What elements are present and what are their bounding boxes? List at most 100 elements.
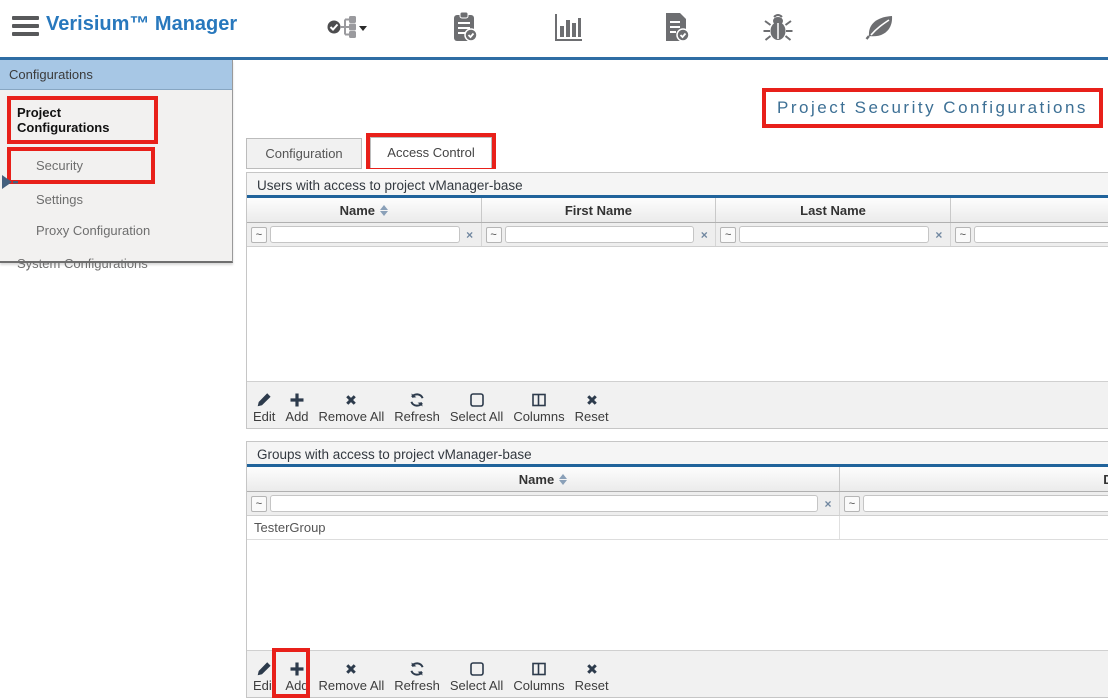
groups-column-name[interactable]: Name [247, 467, 840, 491]
groups-name-filter: ~ × [247, 492, 840, 515]
groups-column-name-label: Name [519, 472, 554, 487]
groups-name-filter-input[interactable] [270, 495, 818, 512]
columns-button[interactable]: Columns [513, 392, 564, 424]
metrics-chart-icon[interactable] [551, 10, 585, 44]
group-row-testergroup[interactable]: TesterGroup [247, 516, 1108, 540]
users-last-name-filter: ~ × [716, 223, 951, 246]
groups-toolbar: Edit Add Remove All Refresh Select All [247, 650, 1108, 697]
filter-operator-button[interactable]: ~ [251, 496, 267, 512]
selected-item-pointer-icon [1, 174, 21, 190]
analysis-flow-icon[interactable] [324, 10, 368, 44]
edit-button-label: Edit [253, 409, 275, 424]
groups-panel: Groups with access to project vManager-b… [246, 441, 1108, 698]
hamburger-menu-icon[interactable] [12, 16, 39, 36]
filter-clear-icon[interactable]: × [463, 228, 477, 242]
remove-all-button-label: Remove All [319, 678, 385, 693]
remove-all-button-label: Remove All [319, 409, 385, 424]
sort-icon [559, 474, 567, 485]
groups-description-filter: ~ × [840, 492, 1108, 515]
users-email-filter: ~ × [951, 223, 1108, 246]
group-description-cell[interactable] [840, 516, 1108, 539]
sidebar-item-settings[interactable]: Settings [0, 184, 232, 215]
page-title: Project Security Configurations [777, 98, 1088, 118]
edit-button[interactable]: Edit [253, 392, 275, 424]
select-all-button-label: Select All [450, 678, 503, 693]
add-button[interactable]: Add [285, 392, 308, 424]
refresh-button-label: Refresh [394, 678, 440, 693]
sidebar-item-proxy-configuration[interactable]: Proxy Configuration [0, 215, 232, 246]
filter-operator-button[interactable]: ~ [844, 496, 860, 512]
users-column-first-name-label: First Name [565, 203, 632, 218]
users-name-filter-input[interactable] [270, 226, 460, 243]
columns-button-label: Columns [513, 678, 564, 693]
app-header: Verisium™ Manager [0, 0, 1108, 60]
page-title-highlight-box: Project Security Configurations [762, 88, 1103, 128]
select-all-button-label: Select All [450, 409, 503, 424]
columns-button[interactable]: Columns [513, 661, 564, 693]
remove-all-button[interactable]: Remove All [319, 392, 385, 424]
sort-icon [380, 205, 388, 216]
filter-clear-icon[interactable]: × [697, 228, 711, 242]
bug-tracking-icon[interactable] [761, 10, 795, 44]
users-column-name-label: Name [340, 203, 375, 218]
reset-button[interactable]: Reset [575, 392, 609, 424]
users-email-filter-input[interactable] [974, 226, 1108, 243]
select-all-button[interactable]: Select All [450, 661, 503, 693]
filter-operator-button[interactable]: ~ [955, 227, 971, 243]
users-name-filter: ~ × [247, 223, 482, 246]
select-all-button[interactable]: Select All [450, 392, 503, 424]
sidebar-item-security[interactable]: Security [7, 147, 155, 184]
groups-column-description-label: Description [1103, 472, 1108, 487]
columns-button-label: Columns [513, 409, 564, 424]
eco-leaf-icon[interactable] [863, 10, 897, 44]
main-content: Project Security Configurations Configur… [240, 60, 1108, 700]
report-check-icon[interactable] [660, 10, 692, 44]
reset-button[interactable]: Reset [575, 661, 609, 693]
reset-button-label: Reset [575, 409, 609, 424]
groups-description-filter-input[interactable] [863, 495, 1108, 512]
refresh-button[interactable]: Refresh [394, 661, 440, 693]
users-column-last-name[interactable]: Last Name [716, 198, 951, 222]
app-title: Verisium™ Manager [46, 13, 237, 36]
sidebar: Configurations Project Configurations Se… [0, 60, 233, 263]
groups-filter-row: ~ × ~ × [247, 492, 1108, 516]
group-name-cell[interactable]: TesterGroup [247, 516, 840, 539]
users-column-email[interactable]: E-mail [951, 198, 1108, 222]
reset-button-label: Reset [575, 678, 609, 693]
tab-configuration[interactable]: Configuration [246, 138, 362, 169]
config-tree: Project Configurations Security Settings… [0, 90, 232, 279]
users-column-first-name[interactable]: First Name [482, 198, 717, 222]
filter-clear-icon[interactable]: × [932, 228, 946, 242]
edit-button[interactable]: Edit [253, 661, 275, 693]
filter-operator-button[interactable]: ~ [251, 227, 267, 243]
add-button[interactable]: Add [285, 661, 308, 693]
edit-button-label: Edit [253, 678, 275, 693]
groups-panel-title: Groups with access to project vManager-b… [247, 442, 1108, 467]
refresh-button[interactable]: Refresh [394, 392, 440, 424]
planned-runs-icon[interactable] [450, 10, 480, 44]
users-panel-title: Users with access to project vManager-ba… [247, 173, 1108, 198]
sidebar-item-system-configurations[interactable]: System Configurations [0, 246, 232, 279]
groups-column-description[interactable]: Description [840, 467, 1108, 491]
refresh-button-label: Refresh [394, 409, 440, 424]
users-column-last-name-label: Last Name [800, 203, 866, 218]
users-column-name[interactable]: Name [247, 198, 482, 222]
users-table-empty-rows [247, 247, 1108, 381]
users-first-name-filter-input[interactable] [505, 226, 695, 243]
remove-all-button[interactable]: Remove All [319, 661, 385, 693]
users-filter-row: ~ × ~ × ~ × ~ × [247, 223, 1108, 247]
filter-clear-icon[interactable]: × [821, 497, 835, 511]
tab-access-control[interactable]: Access Control [370, 137, 492, 168]
users-table-header: Name First Name Last Name E-mail [247, 198, 1108, 223]
filter-operator-button[interactable]: ~ [720, 227, 736, 243]
users-panel: Users with access to project vManager-ba… [246, 172, 1108, 429]
tab-access-control-highlight-box: Access Control [366, 133, 496, 169]
sidebar-item-project-configurations[interactable]: Project Configurations [7, 96, 158, 144]
groups-table-header: Name Description [247, 467, 1108, 492]
add-button-label: Add [285, 409, 308, 424]
users-last-name-filter-input[interactable] [739, 226, 929, 243]
users-first-name-filter: ~ × [482, 223, 717, 246]
filter-operator-button[interactable]: ~ [486, 227, 502, 243]
add-button-label: Add [285, 678, 308, 693]
groups-table-empty-rows [247, 540, 1108, 650]
